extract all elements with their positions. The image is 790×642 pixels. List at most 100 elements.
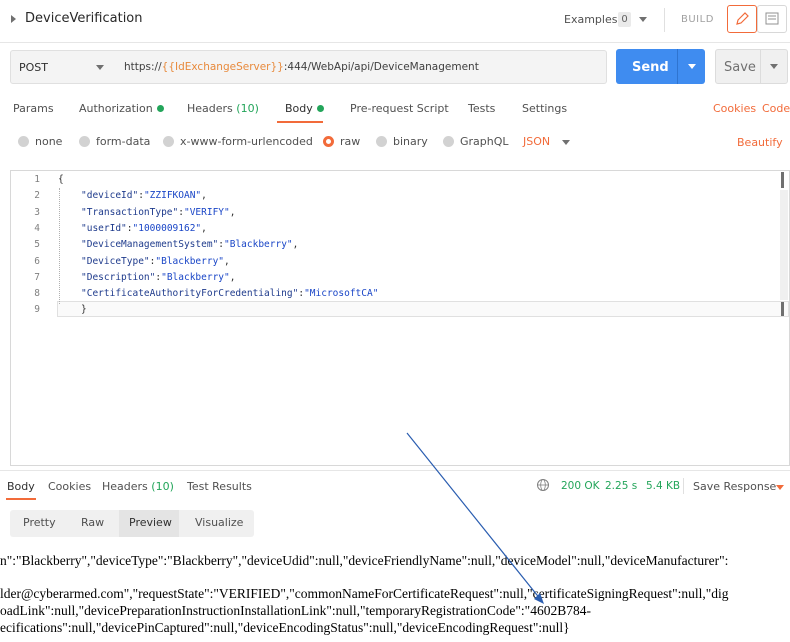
json-key: "CertificateAuthorityForCredentialing" (81, 288, 299, 300)
examples-label[interactable]: Examples (564, 13, 617, 26)
code-line[interactable]: "Description":"Blackberry", (81, 272, 235, 283)
radio-graphql-label[interactable]: GraphQL (460, 135, 509, 148)
save-dropdown-icon[interactable] (770, 64, 778, 69)
code-line[interactable]: "DeviceManagementSystem":"Blackberry", (81, 239, 298, 250)
code-line[interactable]: "deviceId":"ZZIFKOAN", (81, 190, 207, 201)
tab-params[interactable]: Params (13, 102, 54, 115)
view-raw-button[interactable]: Raw (81, 516, 104, 529)
json-value: "VERIFY" (183, 206, 230, 218)
editor-scroll-marker-bottom (781, 302, 784, 316)
line-number: 3 (34, 206, 40, 218)
line-number: 1 (34, 174, 40, 185)
url-variable: {{IdExchangeServer}} (161, 61, 284, 73)
documentation-button[interactable] (757, 5, 787, 33)
tab-authorization[interactable]: Authorization (79, 102, 164, 115)
line-number: 6 (34, 255, 40, 267)
tab-headers[interactable]: Headers (10) (187, 102, 259, 115)
line-number: 2 (34, 190, 40, 202)
send-divider (677, 49, 678, 84)
code-brace: } (81, 304, 87, 316)
code-line[interactable]: { (58, 174, 64, 185)
radio-graphql[interactable] (443, 136, 454, 147)
tab-body[interactable]: Body (285, 102, 324, 115)
body-dot-icon (316, 105, 324, 112)
header-divider (664, 8, 665, 32)
format-select[interactable]: JSON (523, 135, 550, 148)
json-comma: , (229, 206, 236, 218)
json-value: "Blackberry" (161, 271, 230, 283)
indent-guide (59, 188, 61, 304)
code-line[interactable]: "DeviceType":"Blackberry", (81, 256, 230, 267)
save-response-button[interactable]: Save Response (693, 480, 776, 493)
beautify-link[interactable]: Beautify (737, 136, 783, 149)
status-code: 200 OK (561, 480, 600, 492)
radio-none-label[interactable]: none (35, 135, 62, 148)
json-comma: , (224, 255, 230, 267)
tab-authorization-label: Authorization (79, 102, 153, 115)
response-line-3: oadLink":null,"devicePreparationInstruct… (0, 603, 591, 618)
view-pretty-button[interactable]: Pretty (23, 516, 56, 529)
radio-raw[interactable] (323, 136, 334, 147)
code-line[interactable]: } (81, 304, 87, 315)
method-dropdown-icon[interactable] (96, 65, 104, 70)
code-line[interactable]: "userId":"1000009162", (81, 223, 207, 234)
json-value: "Blackberry" (224, 239, 293, 251)
response-tab-headers-count: (10) (151, 480, 174, 493)
authorization-dot-icon (156, 105, 164, 112)
radio-binary[interactable] (376, 136, 387, 147)
build-mode-button[interactable]: BUILD (681, 14, 714, 25)
tab-body-label: Body (285, 102, 313, 115)
radio-none[interactable] (18, 136, 29, 147)
line-number: 7 (34, 271, 40, 283)
send-dropdown-icon[interactable] (688, 64, 696, 69)
json-key: "Description" (81, 271, 156, 283)
editor-scrollbar[interactable] (780, 190, 788, 300)
save-response-dropdown-icon[interactable] (776, 485, 784, 490)
code-brace: { (58, 174, 64, 185)
response-divider (0, 470, 790, 471)
radio-urlencoded-label[interactable]: x-www-form-urlencoded (180, 135, 313, 148)
code-link[interactable]: Code (762, 102, 790, 115)
cookies-link[interactable]: Cookies (713, 102, 756, 115)
json-key: "TransactionType" (81, 206, 179, 218)
collapse-caret-icon[interactable] (11, 15, 16, 23)
globe-icon[interactable] (536, 478, 550, 492)
response-time: 2.25 s (605, 480, 638, 492)
response-line-2: lder@cyberarmed.com","requestState":"VER… (0, 586, 729, 601)
radio-binary-label[interactable]: binary (393, 135, 428, 148)
examples-dropdown-icon[interactable] (639, 17, 647, 22)
tab-prerequest-script[interactable]: Pre-request Script (350, 102, 449, 115)
url-text[interactable]: https://{{IdExchangeServer}}:444/WebApi/… (124, 61, 479, 73)
tab-tests[interactable]: Tests (468, 102, 495, 115)
url-suffix: :444/WebApi/api/DeviceManagement (283, 61, 479, 73)
response-line-1: n":"Blackberry","deviceType":"Blackberry… (0, 553, 729, 568)
json-value: "1000009162" (132, 222, 202, 234)
examples-count-badge: 0 (618, 12, 631, 27)
radio-form-data[interactable] (79, 136, 90, 147)
active-line-highlight (57, 301, 789, 317)
tab-headers-count: (10) (236, 102, 259, 115)
code-line[interactable]: "TransactionType":"VERIFY", (81, 207, 235, 218)
view-preview-button[interactable]: Preview (129, 516, 172, 529)
response-tab-test-results[interactable]: Test Results (187, 480, 252, 493)
radio-urlencoded[interactable] (163, 136, 174, 147)
format-dropdown-icon[interactable] (562, 140, 570, 145)
pencil-icon (736, 12, 749, 25)
json-key: "userId" (81, 222, 127, 234)
request-title[interactable]: DeviceVerification (25, 11, 143, 26)
radio-raw-label[interactable]: raw (340, 135, 360, 148)
tab-settings[interactable]: Settings (522, 102, 567, 115)
json-comma: , (201, 190, 207, 202)
line-number: 5 (34, 239, 40, 251)
response-tab-cookies[interactable]: Cookies (48, 480, 91, 493)
tab-body-underline (277, 121, 323, 123)
response-tab-headers[interactable]: Headers (10) (102, 480, 174, 493)
response-tab-body[interactable]: Body (7, 480, 35, 493)
json-comma: , (292, 239, 299, 251)
edit-button[interactable] (727, 5, 757, 33)
code-line[interactable]: "CertificateAuthorityForCredentialing":"… (81, 288, 378, 299)
radio-form-data-label[interactable]: form-data (96, 135, 150, 148)
json-key: "DeviceType" (81, 255, 150, 267)
view-visualize-button[interactable]: Visualize (195, 516, 243, 529)
response-line-4: ecifications":null,"devicePinCaptured":n… (0, 620, 570, 635)
